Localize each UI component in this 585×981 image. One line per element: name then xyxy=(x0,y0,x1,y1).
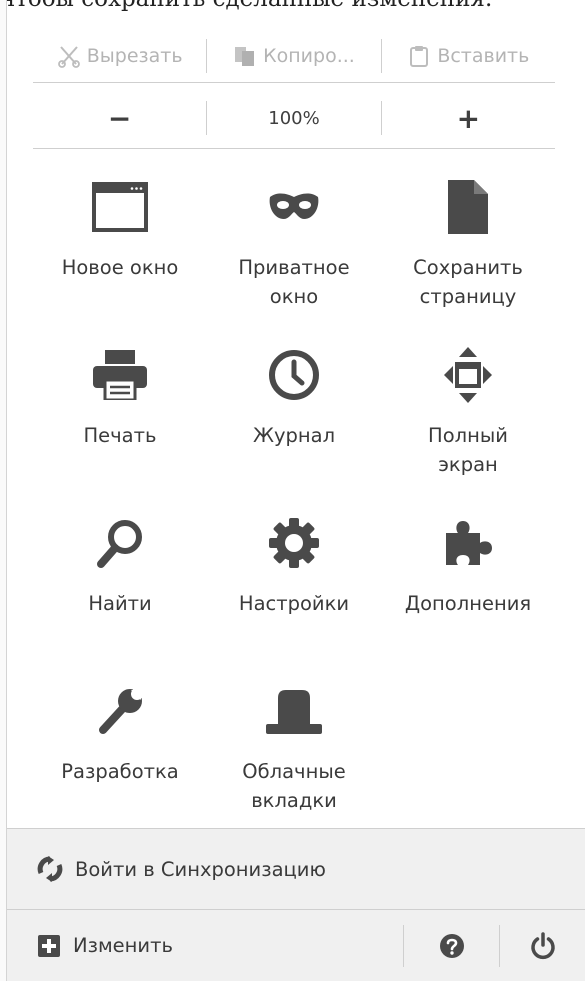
fullscreen-button[interactable]: Полный экран xyxy=(381,341,555,509)
search-icon xyxy=(92,515,148,571)
zoom-reset-button[interactable]: 100% xyxy=(207,93,380,143)
copy-button[interactable]: Копиро... xyxy=(207,34,380,78)
zoom-in-button[interactable]: + xyxy=(382,93,555,143)
preferences-label: Настройки xyxy=(238,592,350,615)
gear-icon xyxy=(266,515,322,571)
zoom-controls: − 100% + xyxy=(33,93,555,143)
history-label: Журнал xyxy=(252,424,336,447)
quit-button[interactable] xyxy=(500,910,585,981)
customize-button[interactable]: Изменить xyxy=(7,910,403,981)
private-window-label: Приватное окно xyxy=(238,256,350,308)
print-button[interactable]: Печать xyxy=(33,341,207,509)
cut-button[interactable]: Вырезать xyxy=(33,34,206,78)
sync-label: Войти в Синхронизацию xyxy=(75,857,326,881)
plus-box-icon xyxy=(38,934,60,957)
fullscreen-label: Полный экран xyxy=(428,424,508,476)
private-window-button[interactable]: Приватное окно xyxy=(207,173,381,341)
synced-tabs-button[interactable]: Облачные вкладки xyxy=(207,677,381,845)
developer-label: Разработка xyxy=(61,760,179,783)
addons-label: Дополнения xyxy=(404,592,532,615)
fullscreen-icon xyxy=(440,347,496,403)
wrench-icon xyxy=(92,683,148,739)
addons-button[interactable]: Дополнения xyxy=(381,509,555,677)
synced-tabs-label: Облачные вкладки xyxy=(242,760,346,812)
preferences-button[interactable]: Настройки xyxy=(207,509,381,677)
new-window-icon xyxy=(92,179,148,235)
divider xyxy=(33,148,555,149)
menu-footer: Изменить xyxy=(7,909,585,981)
menu-grid: Новое окно Приватное окно Сохранить стра… xyxy=(33,173,555,845)
save-page-icon xyxy=(440,179,496,235)
history-clock-icon xyxy=(266,347,322,403)
app-menu-panel: Вырезать Копиро... Вставить − 100% + Нов… xyxy=(7,16,585,981)
help-button[interactable] xyxy=(404,910,499,981)
background-page-edge xyxy=(0,0,7,981)
clipboard-icon xyxy=(410,46,429,67)
new-window-label: Новое окно xyxy=(61,256,179,279)
scissors-icon xyxy=(57,46,80,68)
zoom-out-button[interactable]: − xyxy=(33,93,206,143)
save-page-button[interactable]: Сохранить страницу xyxy=(381,173,555,341)
sync-signin-button[interactable]: Войти в Синхронизацию xyxy=(7,828,585,909)
puzzle-icon xyxy=(440,515,496,571)
paste-button[interactable]: Вставить xyxy=(382,34,555,78)
help-icon xyxy=(439,933,464,958)
copy-label: Копиро... xyxy=(263,45,355,67)
divider xyxy=(33,82,555,83)
history-button[interactable]: Журнал xyxy=(207,341,381,509)
printer-icon xyxy=(92,347,148,403)
edit-controls: Вырезать Копиро... Вставить xyxy=(33,34,555,78)
background-page-text: чтобы сохранить сделанные изменения. xyxy=(0,0,585,16)
save-page-label: Сохранить страницу xyxy=(413,256,523,308)
cut-label: Вырезать xyxy=(86,45,183,67)
new-window-button[interactable]: Новое окно xyxy=(33,173,207,341)
find-button[interactable]: Найти xyxy=(33,509,207,677)
cloud-tabs-icon xyxy=(266,683,322,739)
power-icon xyxy=(530,931,555,959)
paste-label: Вставить xyxy=(437,45,530,67)
copy-icon xyxy=(235,47,255,66)
developer-button[interactable]: Разработка xyxy=(33,677,207,845)
sync-icon xyxy=(37,856,63,882)
private-mask-icon xyxy=(266,179,322,235)
find-label: Найти xyxy=(88,592,152,615)
customize-label: Изменить xyxy=(73,934,173,957)
print-label: Печать xyxy=(83,424,157,447)
